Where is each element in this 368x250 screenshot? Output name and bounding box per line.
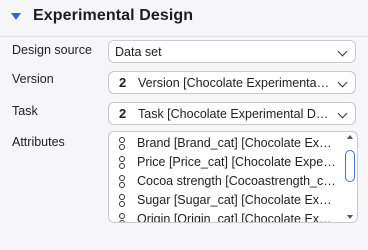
scroll-up-arrow-icon[interactable] [347, 135, 353, 139]
scrollbar[interactable] [344, 133, 356, 221]
design-source-value: Data set [115, 45, 162, 59]
list-item[interactable]: Price [Price_cat] [Chocolate Experimenta… [109, 153, 345, 172]
list-item[interactable]: Sugar [Sugar_cat] [Chocolate Experimenta… [109, 191, 345, 210]
attributes-list[interactable]: Brand [Brand_cat] [Chocolate Experimenta… [108, 131, 358, 223]
numeric-variable-icon: 2 [119, 75, 127, 90]
chevron-down-icon [337, 46, 348, 57]
section-title: Experimental Design [33, 7, 194, 24]
numeric-variable-icon: 2 [119, 106, 127, 121]
attribute-label: Price [Price_cat] [Chocolate Experimenta… [137, 155, 337, 169]
triangle-down-icon[interactable] [11, 13, 21, 20]
task-label: Task [12, 104, 38, 118]
design-source-select[interactable]: Data set [108, 40, 356, 63]
attribute-label: Brand [Brand_cat] [Chocolate Experimenta… [137, 136, 337, 150]
categorical-variable-icon [119, 194, 125, 208]
chevron-down-icon [337, 77, 348, 88]
task-value: Task [Chocolate Experimental Design] [138, 107, 330, 121]
attribute-label: Origin [Origin_cat] [Chocolate Experimen… [137, 212, 337, 223]
categorical-variable-icon [119, 137, 125, 151]
version-label: Version [12, 72, 54, 86]
attributes-label: Attributes [12, 135, 65, 149]
section-header[interactable]: Experimental Design [0, 0, 368, 37]
task-select[interactable]: 2 Task [Chocolate Experimental Design] [108, 102, 356, 125]
attribute-label: Cocoa strength [Cocoastrength_cat] [Choc… [137, 174, 337, 188]
list-item[interactable]: Origin [Origin_cat] [Chocolate Experimen… [109, 210, 345, 223]
scrollbar-thumb[interactable] [345, 150, 355, 182]
scroll-down-arrow-icon[interactable] [347, 215, 353, 219]
attribute-label: Sugar [Sugar_cat] [Chocolate Experimenta… [137, 193, 337, 207]
version-value: Version [Chocolate Experimental Design] [138, 76, 330, 90]
version-select[interactable]: 2 Version [Chocolate Experimental Design… [108, 71, 356, 94]
chevron-down-icon [337, 108, 348, 119]
categorical-variable-icon [119, 213, 125, 222]
experimental-design-panel: Experimental Design Design source Data s… [0, 0, 368, 250]
categorical-variable-icon [119, 156, 125, 170]
categorical-variable-icon [119, 175, 125, 189]
list-item[interactable]: Cocoa strength [Cocoastrength_cat] [Choc… [109, 172, 345, 191]
design-source-label: Design source [12, 43, 92, 57]
list-item[interactable]: Brand [Brand_cat] [Chocolate Experimenta… [109, 134, 345, 153]
